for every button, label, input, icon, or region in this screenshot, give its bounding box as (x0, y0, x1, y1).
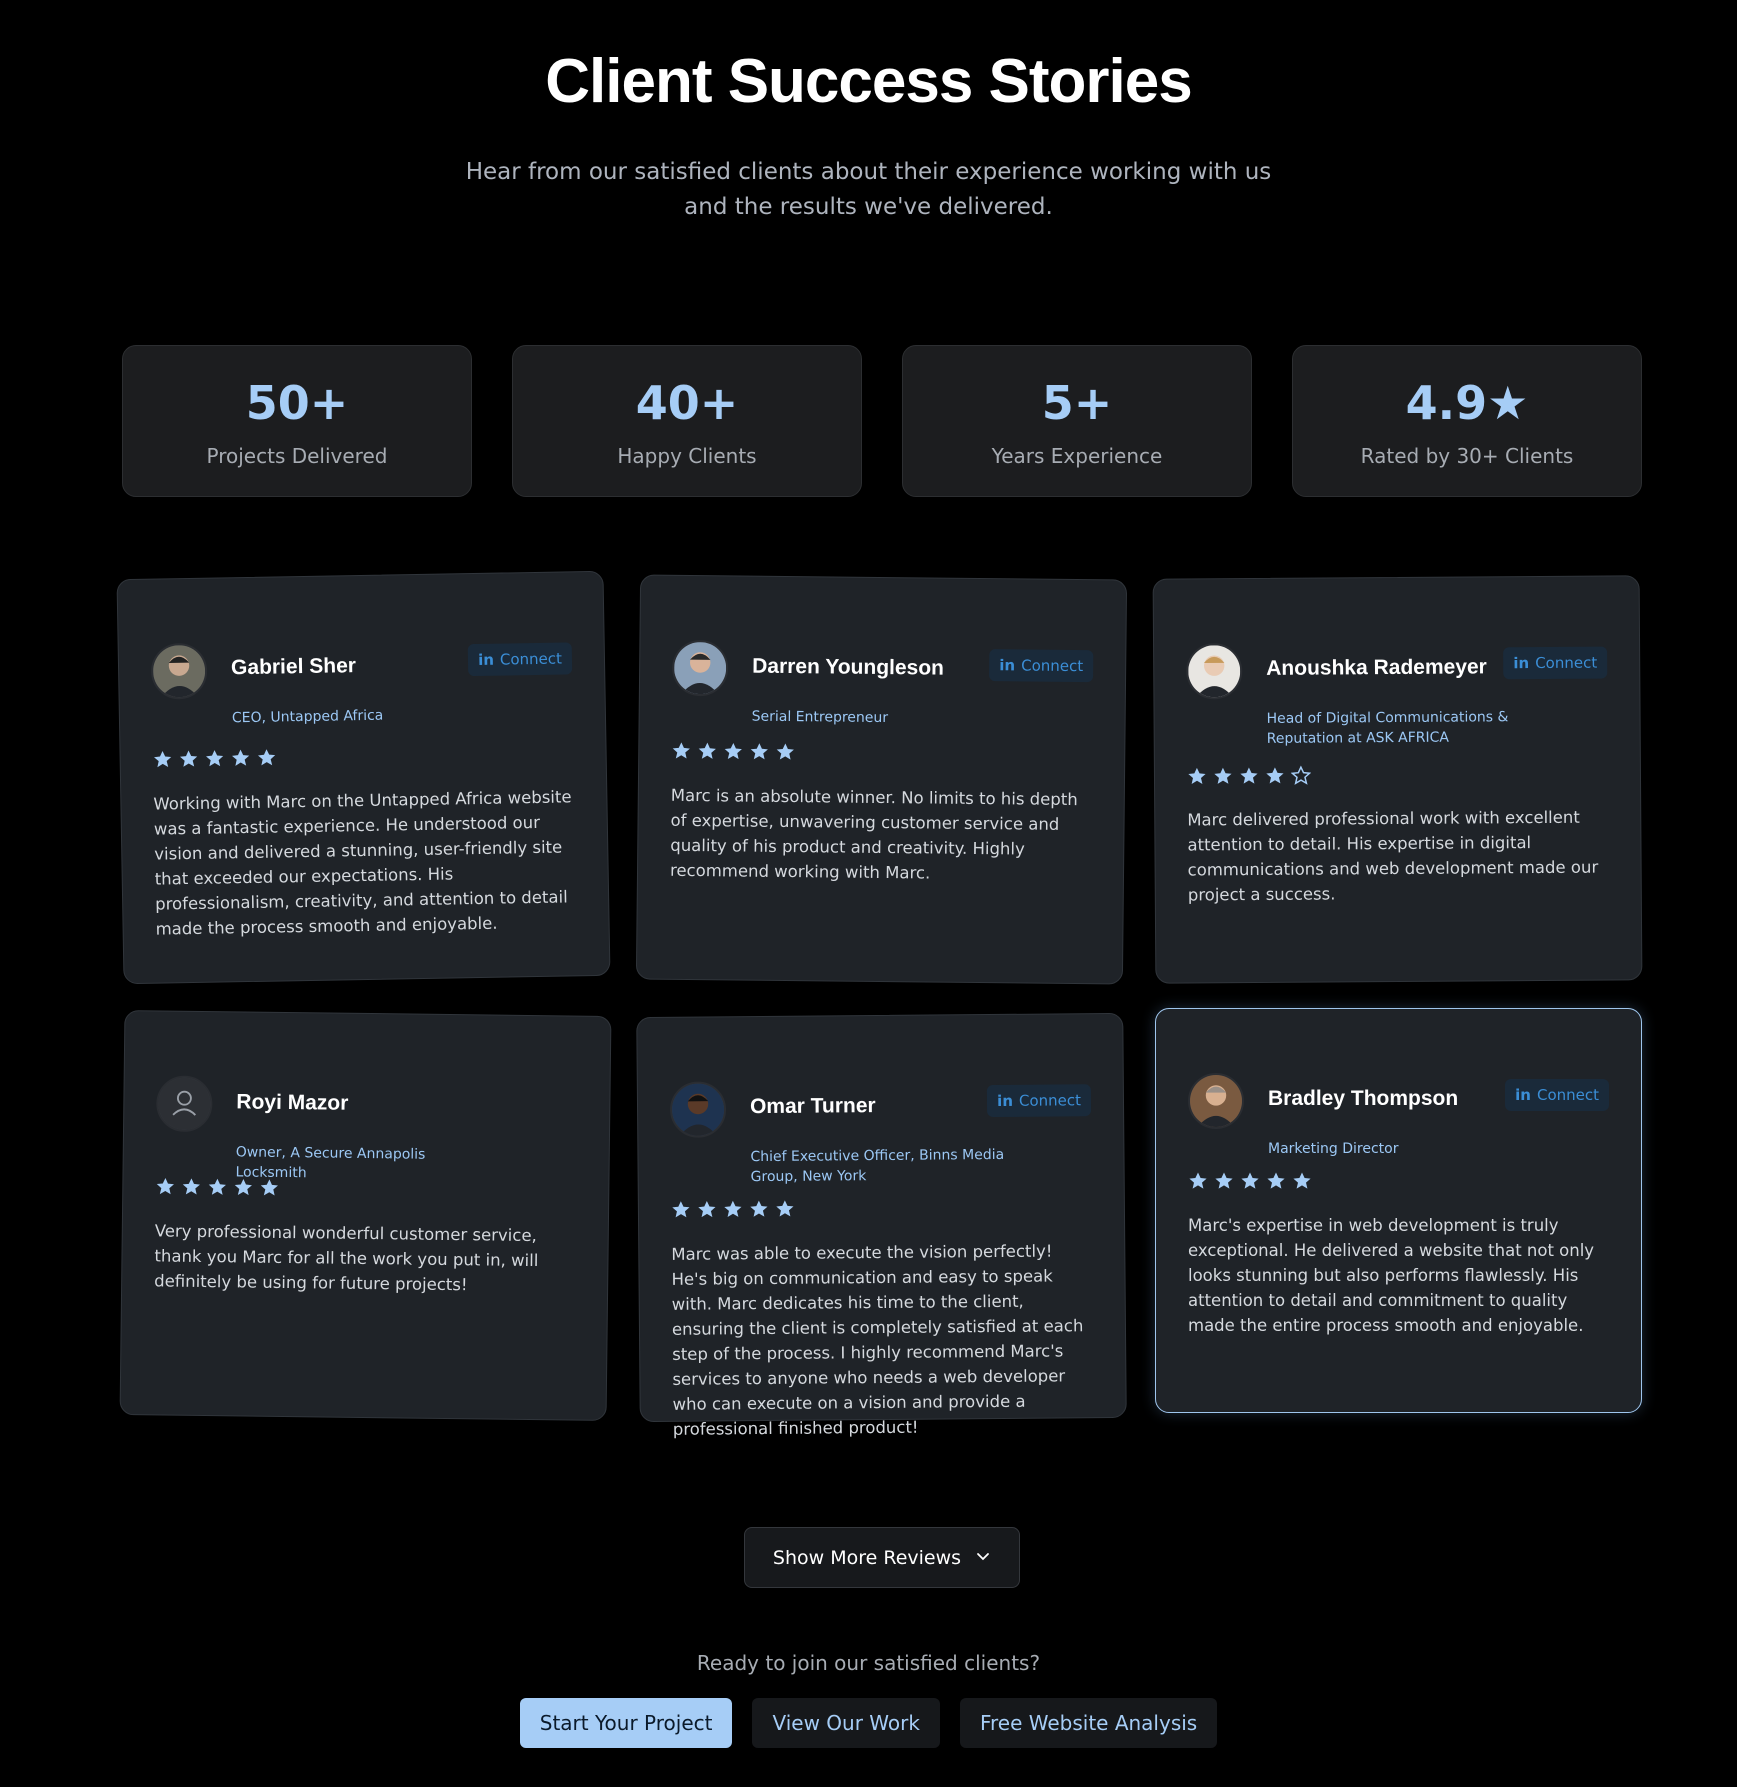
client-role: Head of Digital Communications & Reputat… (1266, 709, 1509, 747)
testimonial-card: Anoushka Rademeyer in Connect Head of Dig… (1152, 575, 1643, 984)
stat-value: 50+ (245, 376, 349, 430)
client-name: Omar Turner (749, 1094, 876, 1119)
linkedin-connect-button[interactable]: in Connect (1503, 646, 1608, 680)
linkedin-icon: in (999, 656, 1016, 675)
start-project-button[interactable]: Start Your Project (519, 1698, 733, 1748)
client-name: Darren Youngleson (752, 654, 945, 680)
connect-label: Connect (499, 649, 563, 669)
avatar (1186, 643, 1243, 700)
connect-label: Connect (1021, 656, 1084, 676)
testimonial-text: Marc is an absolute winner. No limits to… (669, 785, 1078, 883)
star-rating (671, 741, 795, 762)
free-analysis-button[interactable]: Free Website Analysis (959, 1698, 1218, 1748)
cta-buttons: Start Your Project View Our Work Free We… (0, 1698, 1737, 1748)
stat-label: Rated by 30+ Clients (1360, 444, 1574, 468)
stat-label: Projects Delivered (206, 444, 388, 468)
testimonial-card: Omar Turner in Connect Chief Executive Of… (636, 1012, 1127, 1439)
avatar (1188, 1073, 1244, 1129)
star-rating (1188, 1171, 1312, 1191)
testimonial-card: Gabriel Sher in Connect CEO, Untapped Afr… (116, 570, 611, 985)
avatar (671, 639, 729, 697)
linkedin-connect-button[interactable]: in Connect (989, 649, 1094, 683)
client-role: Serial Entrepreneur (751, 708, 889, 727)
avatar (669, 1081, 727, 1138)
star-rating (1187, 765, 1312, 787)
linkedin-connect-button[interactable]: in Connect (1505, 1079, 1609, 1111)
client-name: Anoushka Rademeyer (1266, 655, 1487, 680)
stat-card-rating: 4.9★ Rated by 30+ Clients (1292, 345, 1642, 497)
linkedin-connect-button[interactable]: in Connect (467, 642, 573, 677)
star-rating (152, 748, 276, 770)
client-name: Gabriel Sher (230, 654, 357, 680)
testimonial-text: Very professional wonderful customer ser… (154, 1221, 539, 1295)
client-role: CEO, Untapped Africa (231, 707, 384, 727)
testimonial-text: Working with Marc on the Untapped Africa… (153, 787, 572, 939)
linkedin-icon: in (1513, 654, 1530, 673)
page-title: Client Success Stories (545, 47, 1193, 116)
cta-question: Ready to join our satisfied clients? (696, 1651, 1041, 1675)
stat-label: Happy Clients (617, 444, 757, 468)
chevron-down-icon (975, 1547, 991, 1569)
stat-card-projects: 50+ Projects Delivered (122, 345, 472, 497)
connect-label: Connect (1018, 1091, 1082, 1110)
stat-label: Years Experience (991, 444, 1163, 468)
testimonial-card: Royi Mazor Owner, A Secure Annapolis Loc… (119, 1010, 612, 1421)
avatar (150, 642, 208, 700)
stat-value: 4.9★ (1405, 376, 1529, 430)
show-more-reviews-button[interactable]: Show More Reviews (744, 1527, 1020, 1588)
testimonial-card: Bradley Thompson in Connect Marketing Dir… (1155, 1008, 1642, 1413)
stats-row: 50+ Projects Delivered 40+ Happy Clients… (122, 345, 1642, 497)
star-rating (155, 1176, 279, 1198)
star-rating (671, 1199, 795, 1220)
connect-label: Connect (1535, 653, 1598, 673)
linkedin-icon: in (477, 650, 495, 669)
testimonial-text: Marc delivered professional work with ex… (1187, 807, 1599, 905)
testimonial-text: Marc was able to execute the vision perf… (671, 1241, 1084, 1439)
page-subtitle: Hear from our satisfied clients about th… (465, 159, 1272, 220)
client-name: Royi Mazor (236, 1090, 349, 1115)
stat-card-clients: 40+ Happy Clients (512, 345, 862, 497)
client-role: Chief Executive Officer, Binns Media Gro… (750, 1146, 1005, 1186)
client-name: Bradley Thompson (1268, 1087, 1459, 1110)
view-work-button[interactable]: View Our Work (752, 1698, 940, 1748)
show-more-label: Show More Reviews (772, 1546, 962, 1569)
section-header: Client Success Stories Hear from our sat… (0, 46, 1737, 225)
client-role: Marketing Director (1268, 1141, 1399, 1157)
testimonial-card: Darren Youngleson in Connect Serial Entre… (635, 574, 1128, 985)
stat-value: 40+ (635, 376, 739, 430)
avatar (156, 1075, 213, 1133)
linkedin-icon: in (1515, 1086, 1531, 1104)
testimonial-text: Marc's expertise in web development is t… (1188, 1216, 1595, 1335)
stat-card-years: 5+ Years Experience (902, 345, 1252, 497)
linkedin-connect-button[interactable]: in Connect (986, 1084, 1092, 1118)
connect-label: Connect (1536, 1086, 1599, 1104)
linkedin-icon: in (997, 1091, 1014, 1110)
stat-value: 5+ (1041, 376, 1113, 430)
